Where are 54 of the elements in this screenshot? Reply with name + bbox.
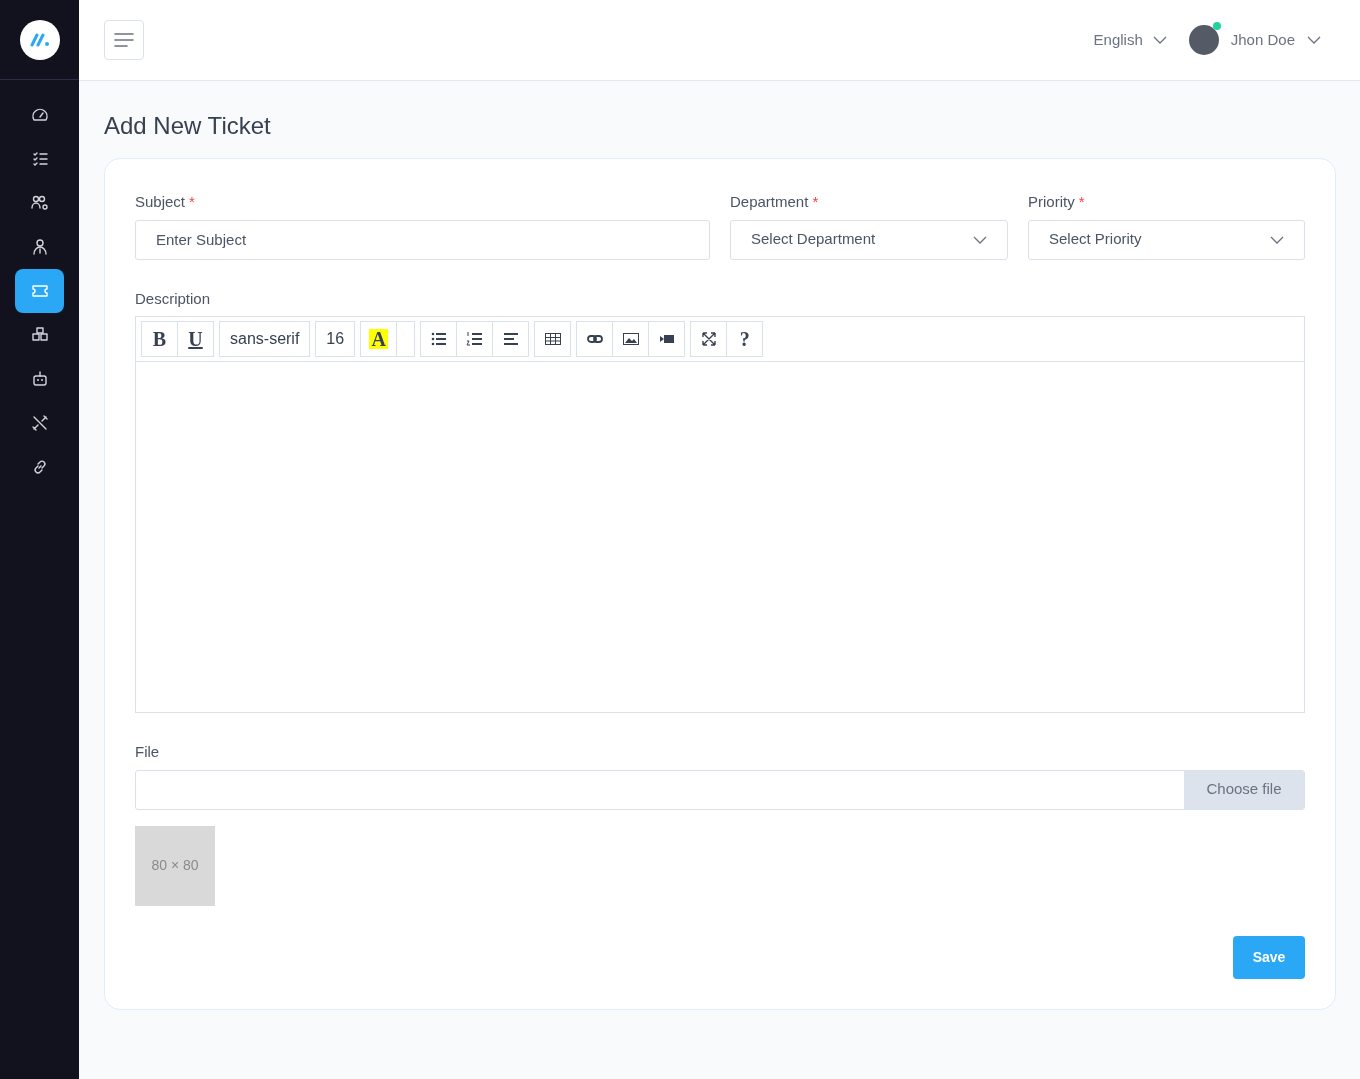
field-label: Subject	[135, 192, 186, 212]
link-button[interactable]	[576, 321, 614, 357]
fullscreen-button[interactable]	[690, 321, 728, 357]
user-icon	[30, 238, 49, 256]
ticket-icon	[30, 282, 49, 300]
chevron-down-icon	[973, 235, 987, 244]
page-title: Add New Ticket	[104, 111, 272, 141]
users-gear-icon	[30, 194, 49, 212]
field-label: Department	[730, 192, 809, 212]
table-icon	[543, 330, 562, 348]
help-button[interactable]: ?	[726, 321, 764, 357]
boxes-icon	[30, 326, 49, 344]
fullscreen-icon	[699, 330, 718, 348]
field-label: File	[135, 742, 161, 762]
language-selector[interactable]: English	[1093, 28, 1167, 52]
priority-select[interactable]: Select Priority	[1028, 219, 1305, 260]
robot-icon	[30, 370, 49, 388]
file-input[interactable]: Choose file	[135, 769, 1305, 810]
user-menu[interactable]: Jhon Doe	[1188, 25, 1321, 55]
font-selector[interactable]: sans-serif	[219, 321, 311, 357]
chevron-down-icon	[1152, 36, 1167, 44]
department-select[interactable]: Select Department	[730, 219, 1008, 260]
required-asterisk: *	[189, 192, 195, 212]
avatar	[1188, 25, 1219, 55]
bulleted-list-icon	[429, 330, 448, 348]
align-left-icon	[501, 330, 520, 348]
field-label: Priority	[1028, 192, 1075, 212]
rich-text-editor[interactable]: B U sans-serif 16 A ?	[135, 316, 1305, 713]
numbered-list-icon	[465, 330, 484, 348]
bold-button[interactable]: B	[141, 321, 178, 357]
image-size-label: 80 × 80	[151, 856, 199, 875]
image-icon	[621, 330, 640, 348]
chevron-down-icon	[1270, 235, 1284, 244]
image-button[interactable]	[612, 321, 650, 357]
font-size-selector[interactable]: 16	[315, 321, 356, 357]
table-button[interactable]	[534, 321, 572, 357]
underline-button[interactable]: U	[177, 321, 214, 357]
highlight-button[interactable]: A	[360, 321, 398, 357]
subject-input[interactable]: Enter Subject	[135, 219, 710, 260]
tools-icon	[30, 414, 49, 432]
video-button[interactable]	[648, 321, 686, 357]
field-label: Description	[135, 288, 212, 309]
color-picker-button[interactable]	[396, 321, 416, 357]
required-asterisk: *	[1078, 192, 1085, 212]
required-asterisk: *	[812, 192, 819, 212]
ol-button[interactable]	[456, 321, 494, 357]
menu-button[interactable]	[104, 20, 144, 60]
logo-icon[interactable]	[19, 19, 60, 60]
align-button[interactable]	[492, 321, 530, 357]
menu-icon	[114, 33, 134, 47]
chevron-down-icon	[1307, 36, 1321, 44]
ul-button[interactable]	[420, 321, 458, 357]
gauge-icon	[30, 106, 49, 124]
sidebar-item[interactable]	[15, 269, 64, 313]
